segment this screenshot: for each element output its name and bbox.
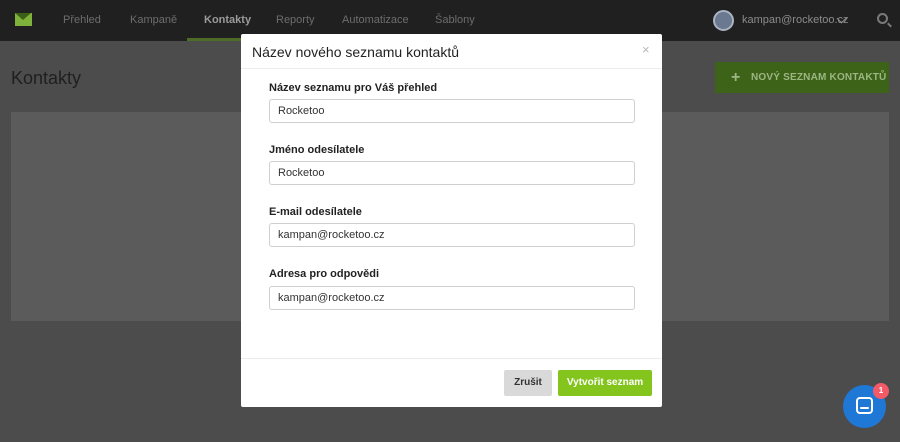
page-title: Kontakty [11, 68, 82, 88]
cancel-button[interactable]: Zrušit [504, 370, 552, 396]
nav-item-prehled[interactable]: Přehled [63, 0, 101, 41]
list-name-label: Název seznamu pro Váš přehled [269, 82, 438, 94]
envelope-logo-icon[interactable] [15, 13, 32, 26]
new-list-modal: Název nového seznamu kontaktů × Název se… [241, 34, 662, 407]
modal-title: Název nového seznamu kontaktů [252, 44, 460, 60]
reply-address-label: Adresa pro odpovědi [269, 268, 380, 280]
sender-name-input[interactable]: Rocketoo [269, 161, 635, 185]
search-icon[interactable] [877, 13, 888, 24]
modal-footer-divider [241, 358, 662, 359]
new-contact-list-button[interactable]: + NOVÝ SEZNAM KONTAKTŮ [715, 62, 889, 93]
avatar[interactable] [713, 10, 734, 31]
user-email[interactable]: kampan@rocketoo.cz [742, 0, 849, 40]
close-icon[interactable]: × [642, 42, 650, 57]
chat-icon [856, 397, 873, 414]
sender-email-label: E-mail odesílatele [269, 206, 362, 218]
new-contact-list-label: NOVÝ SEZNAM KONTAKTŮ [751, 72, 887, 83]
notification-badge: 1 [873, 383, 889, 399]
sender-name-label: Jméno odesílatele [269, 144, 365, 156]
reply-address-input[interactable]: kampan@rocketoo.cz [269, 286, 635, 310]
plus-icon: + [731, 69, 741, 86]
create-list-button[interactable]: Vytvořit seznam [558, 370, 652, 396]
nav-item-kampane[interactable]: Kampaně [130, 0, 177, 41]
sender-email-input[interactable]: kampan@rocketoo.cz [269, 223, 635, 247]
modal-header-divider [241, 68, 662, 69]
list-name-input[interactable]: Rocketoo [269, 99, 635, 123]
